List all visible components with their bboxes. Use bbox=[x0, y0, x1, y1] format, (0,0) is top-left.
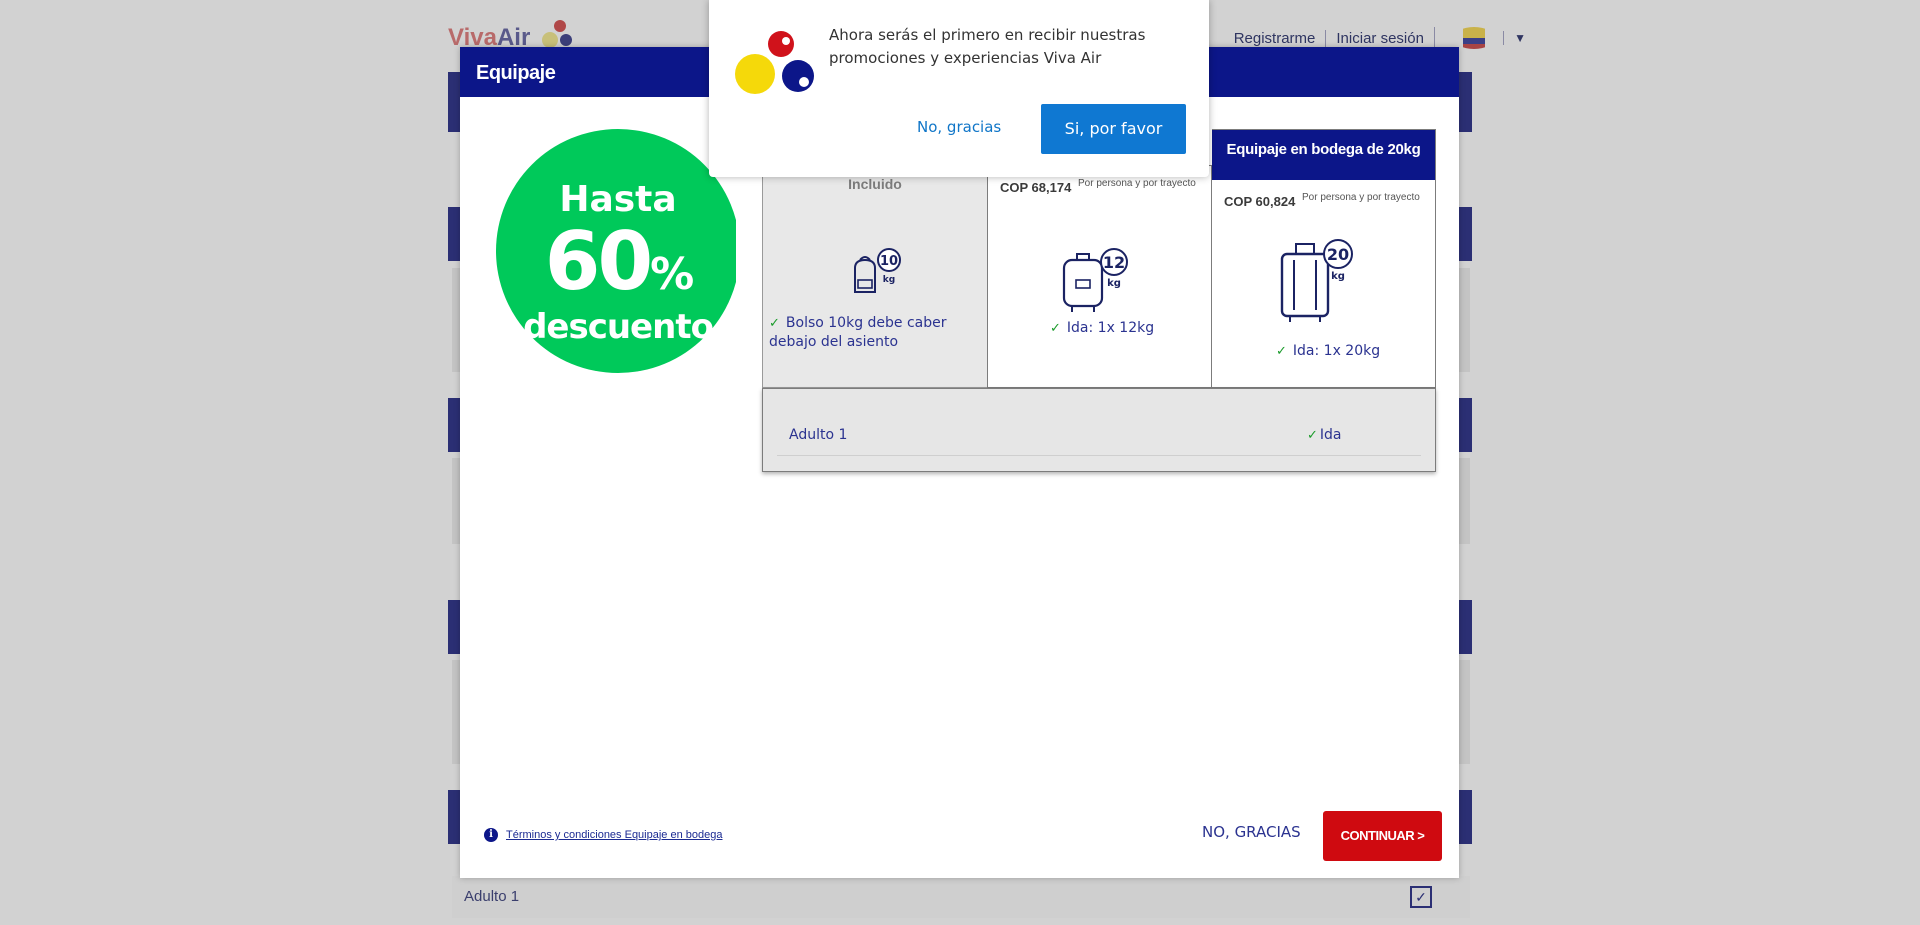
bag-20kg-price: COP 60,824 bbox=[1224, 194, 1296, 209]
included-bag-option: Incluido 10 kg ✓ Bolso 10kg debe caber de… bbox=[762, 165, 987, 388]
passenger-leg-text: Ida bbox=[1319, 427, 1342, 443]
included-check-row: ✓ Bolso 10kg debe caber debajo del asient… bbox=[769, 314, 979, 351]
promo-line-descuento: descuento bbox=[523, 307, 714, 347]
bag-12kg-check-text: Ida: 1x 12kg bbox=[1066, 320, 1155, 336]
bag-12kg-check-row: ✓ Ida: 1x 12kg bbox=[1050, 319, 1154, 338]
bag-12kg-price: COP 68,174 bbox=[1000, 180, 1072, 195]
passenger-selection-panel: Adulto 1 ✓ Ida bbox=[762, 388, 1436, 472]
included-check-text: Bolso 10kg debe caber debajo del asiento bbox=[769, 315, 947, 350]
included-weight-unit: kg bbox=[883, 275, 895, 285]
bag-12kg-price-note: Por persona y por trayecto bbox=[1078, 178, 1196, 189]
bag-20kg-weight-value: 20 bbox=[1327, 245, 1349, 264]
bag-12kg-weight-value: 12 bbox=[1103, 253, 1125, 272]
push-notification-prompt: Ahora serás el primero en recibir nuestr… bbox=[709, 0, 1209, 177]
colombia-flag-icon bbox=[1453, 27, 1495, 49]
chevron-down-icon: ▼ bbox=[1503, 30, 1536, 45]
register-link[interactable]: Registrarme bbox=[1224, 30, 1326, 47]
bag-20kg-header: Equipaje en bodega de 20kg bbox=[1212, 130, 1435, 180]
suitcase-12kg-icon: 12 kg bbox=[1060, 246, 1130, 318]
bg-passenger-checkbox[interactable]: ✓ bbox=[1410, 886, 1432, 908]
bag-20kg-check-row: ✓ Ida: 1x 20kg bbox=[1276, 342, 1380, 361]
bag-20kg-check-text: Ida: 1x 20kg bbox=[1292, 343, 1381, 359]
info-icon: i bbox=[484, 828, 498, 842]
passenger-name: Adulto 1 bbox=[789, 427, 848, 443]
promo-number: 60 bbox=[544, 215, 653, 308]
bag-12kg-option[interactable]: COP 68,174 Por persona y por trayecto 12… bbox=[987, 165, 1212, 388]
language-selector[interactable]: ▼ bbox=[1433, 27, 1546, 49]
check-icon: ✓ bbox=[1050, 321, 1061, 336]
check-icon: ✓ bbox=[769, 316, 780, 331]
terms-link[interactable]: Términos y condiciones Equipaje en bodeg… bbox=[506, 829, 722, 841]
push-accept-button[interactable]: Si, por favor bbox=[1041, 104, 1186, 154]
continue-button[interactable]: CONTINUAR > bbox=[1323, 811, 1442, 861]
included-weight-value: 10 bbox=[880, 254, 898, 269]
promo-line-hasta: Hasta bbox=[559, 179, 677, 220]
bg-passenger-row: Adulto 1 ✓ bbox=[452, 876, 1470, 918]
suitcase-20kg-icon: 20 kg bbox=[1278, 238, 1354, 328]
login-link[interactable]: Iniciar sesión bbox=[1325, 29, 1434, 47]
promo-percent-sign: % bbox=[650, 249, 694, 300]
bag-20kg-price-note: Por persona y por trayecto bbox=[1302, 192, 1420, 203]
bag-20kg-weight-unit: kg bbox=[1331, 271, 1345, 282]
terms-row: i Términos y condiciones Equipaje en bod… bbox=[484, 828, 722, 842]
backpack-10kg-icon: 10 kg bbox=[845, 246, 905, 308]
discount-promo-badge: Hasta 60% descuento bbox=[496, 129, 736, 389]
promo-percentage: 60% bbox=[496, 215, 736, 308]
baggage-options-table: Incluido 10 kg ✓ Bolso 10kg debe caber de… bbox=[762, 129, 1436, 472]
included-label: Incluido bbox=[848, 176, 902, 192]
bag-20kg-option[interactable]: Equipaje en bodega de 20kg COP 60,824 Po… bbox=[1212, 129, 1436, 388]
push-decline-button[interactable]: No, gracias bbox=[917, 118, 1001, 136]
check-icon: ✓ bbox=[1307, 428, 1318, 443]
bag-12kg-weight-unit: kg bbox=[1107, 278, 1121, 289]
no-thanks-button[interactable]: NO, GRACIAS bbox=[1202, 823, 1301, 841]
bg-passenger-label: Adulto 1 bbox=[464, 888, 520, 905]
logo-dots-icon bbox=[542, 20, 572, 48]
passenger-row[interactable]: Adulto 1 ✓ Ida bbox=[777, 409, 1421, 456]
passenger-leg[interactable]: ✓ Ida bbox=[1307, 427, 1342, 443]
check-icon: ✓ bbox=[1276, 344, 1287, 359]
push-message: Ahora serás el primero en recibir nuestr… bbox=[829, 26, 1146, 67]
viva-air-dots-logo-icon bbox=[735, 31, 814, 94]
top-nav: Registrarme Iniciar sesión ▼ bbox=[1224, 27, 1546, 49]
promo-circle: Hasta 60% descuento bbox=[496, 129, 736, 373]
